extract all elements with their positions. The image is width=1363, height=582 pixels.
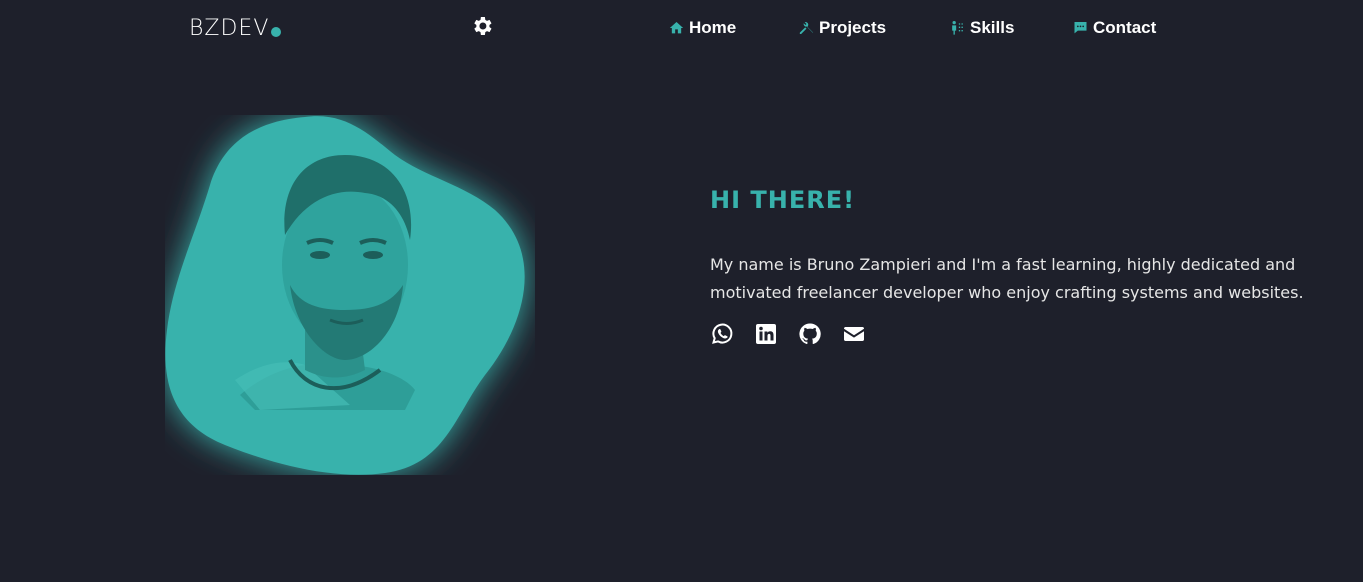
brand-logo-text: BZDEV xyxy=(189,16,270,41)
chat-icon xyxy=(1074,22,1087,34)
profile-photo xyxy=(165,115,535,475)
email-icon[interactable] xyxy=(842,322,866,346)
nav-item-label: Contact xyxy=(1093,18,1157,37)
skills-icon xyxy=(952,21,963,35)
nav-item-skills[interactable]: Skills xyxy=(949,18,1014,38)
gear-icon[interactable] xyxy=(470,14,494,38)
linkedin-icon[interactable] xyxy=(754,322,778,346)
portfolio-page: BZDEV Home Projects Skills Contact HI TH… xyxy=(0,0,1363,582)
tools-icon xyxy=(799,22,814,34)
nav-item-home[interactable]: Home xyxy=(668,18,736,38)
nav-item-projects[interactable]: Projects xyxy=(798,18,886,38)
nav-item-label: Home xyxy=(689,18,737,37)
home-icon xyxy=(669,22,684,34)
nav-item-label: Skills xyxy=(970,18,1015,37)
brand-logo[interactable]: BZDEV xyxy=(189,16,282,41)
github-icon[interactable] xyxy=(798,322,822,346)
profile-photo-blob xyxy=(165,116,525,475)
social-links xyxy=(710,322,866,346)
hero-greeting: HI THERE! xyxy=(710,186,856,214)
logo-dot xyxy=(271,27,282,37)
nav-item-label: Projects xyxy=(819,18,887,37)
whatsapp-icon[interactable] xyxy=(710,322,734,346)
nav-item-contact[interactable]: Contact xyxy=(1072,18,1156,38)
hero-intro: My name is Bruno Zampieri and I'm a fast… xyxy=(710,255,1304,302)
